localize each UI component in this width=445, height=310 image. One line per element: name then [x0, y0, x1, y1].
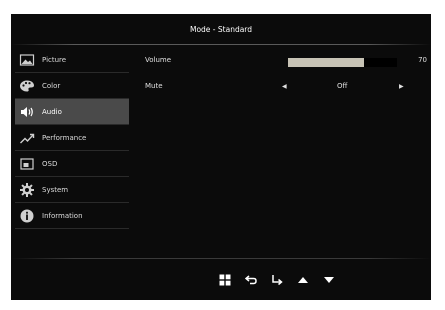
- picture-icon: [19, 52, 35, 68]
- sidebar-item-label: Information: [42, 211, 83, 220]
- sidebar-item-label: Picture: [42, 55, 67, 64]
- volume-label: Volume: [145, 56, 172, 64]
- mute-label: Mute: [145, 82, 163, 90]
- palette-icon: [19, 78, 35, 94]
- sidebar-item-color[interactable]: Color: [15, 73, 129, 99]
- mute-row[interactable]: Mute ◀ Off ▶: [141, 73, 431, 99]
- sidebar-menu: Picture Color Audio Performance OSD Syst…: [15, 47, 129, 229]
- up-arrow-icon[interactable]: [295, 272, 311, 288]
- down-arrow-icon[interactable]: [321, 272, 337, 288]
- osd-window-icon: [19, 156, 35, 172]
- enter-arrow-icon[interactable]: [269, 272, 285, 288]
- osd-title: Mode - Standard: [189, 24, 253, 34]
- sidebar-item-picture[interactable]: Picture: [15, 47, 129, 73]
- navigation-bar: [217, 272, 347, 288]
- back-arrow-icon[interactable]: [243, 272, 259, 288]
- settings-panel: Volume 70 Mute ◀ Off ▶: [141, 47, 431, 99]
- osd-panel: Mode - Standard Picture Color Audio Perf…: [11, 14, 431, 300]
- volume-value: 70: [418, 56, 427, 64]
- volume-row[interactable]: Volume 70: [141, 47, 431, 73]
- bottom-divider: [11, 258, 431, 259]
- sidebar-item-label: Color: [42, 81, 61, 90]
- sidebar-item-label: Audio: [42, 107, 62, 116]
- mute-value: Off: [337, 82, 348, 90]
- gear-icon: [19, 182, 35, 198]
- menu-grid-icon[interactable]: [217, 272, 233, 288]
- sidebar-item-information[interactable]: Information: [15, 203, 129, 229]
- sidebar-item-performance[interactable]: Performance: [15, 125, 129, 151]
- sidebar-item-audio[interactable]: Audio: [15, 99, 129, 125]
- sidebar-item-label: Performance: [42, 133, 87, 142]
- sidebar-item-label: System: [42, 185, 69, 194]
- sidebar-item-system[interactable]: System: [15, 177, 129, 203]
- right-arrow-icon[interactable]: ▶: [399, 83, 404, 90]
- speaker-icon: [19, 104, 35, 120]
- sidebar-item-label: OSD: [42, 159, 58, 168]
- volume-slider[interactable]: [288, 58, 397, 67]
- trend-up-icon: [19, 130, 35, 146]
- info-icon: [19, 208, 35, 224]
- title-divider: [11, 44, 431, 45]
- sidebar-item-osd[interactable]: OSD: [15, 151, 129, 177]
- volume-slider-fill: [288, 58, 365, 67]
- left-arrow-icon[interactable]: ◀: [282, 83, 287, 90]
